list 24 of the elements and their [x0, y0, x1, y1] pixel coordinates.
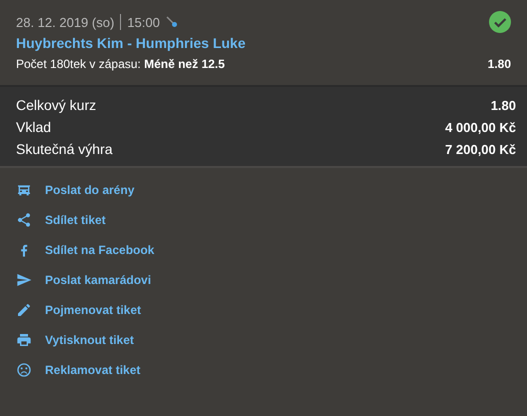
match-title[interactable]: Huybrechts Kim - Humphries Luke: [16, 35, 511, 51]
summary-label: Vklad: [16, 119, 52, 135]
action-link[interactable]: Reklamovat tiket: [16, 361, 511, 379]
action-link[interactable]: Pojmenovat tiket: [16, 301, 511, 319]
event-time: 15:00: [127, 14, 160, 30]
send-icon: [16, 272, 32, 288]
action-link[interactable]: Vytisknout tiket: [16, 331, 511, 349]
bet-odds: 1.80: [488, 57, 511, 71]
dart-icon: [166, 16, 178, 28]
action-link[interactable]: Poslat kamarádovi: [16, 271, 511, 289]
summary-label: Skutečná výhra: [16, 141, 112, 157]
action-link[interactable]: Sdílet tiket: [16, 211, 511, 229]
event-date: 28. 12. 2019 (so): [16, 14, 114, 30]
summary-label: Celkový kurz: [16, 97, 96, 113]
share-icon: [16, 212, 32, 228]
action-link[interactable]: Poslat do arény: [16, 181, 511, 199]
printer-icon: [16, 332, 32, 348]
bet-selection: Počet 180tek v zápasu: Méně než 12.5: [16, 57, 225, 71]
summary-value: 1.80: [490, 98, 516, 112]
summary-value: 4 000,00 Kč: [445, 120, 516, 134]
action-link[interactable]: Sdílet na Facebook: [16, 241, 511, 259]
sad-face-icon: [16, 362, 32, 378]
summary-value: 7 200,00 Kč: [445, 142, 516, 156]
pencil-icon: [16, 302, 32, 318]
